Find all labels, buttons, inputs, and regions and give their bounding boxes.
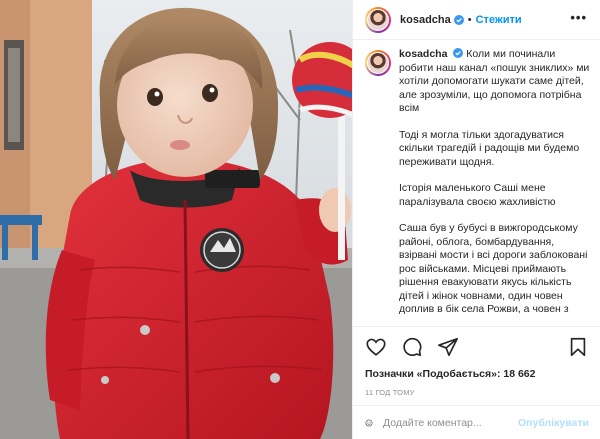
caption-paragraph: Саша був у бубусі в вижгородському район… xyxy=(399,222,588,315)
post-caption: kosadcha Коли ми починали робити наш кан… xyxy=(353,48,600,323)
post-timestamp[interactable]: 11 год тому xyxy=(365,388,589,397)
verified-badge-icon xyxy=(453,14,464,25)
comment-input[interactable] xyxy=(382,416,518,429)
post-panel: kosadcha • Стежити ••• kosadcha Коли ми … xyxy=(352,0,600,439)
separator-dot: • xyxy=(467,13,472,26)
smiley-icon[interactable] xyxy=(365,413,373,433)
author-avatar[interactable] xyxy=(365,6,391,33)
share-icon[interactable] xyxy=(437,336,459,358)
caption-text: kosadcha Коли ми починали робити наш кан… xyxy=(399,48,591,323)
publish-button[interactable]: Опублікувати xyxy=(518,417,589,429)
more-options-icon[interactable]: ••• xyxy=(570,11,587,24)
post-actions: Позначки «Подобається»: 18 662 11 год то… xyxy=(353,326,600,397)
likes-count[interactable]: Позначки «Подобається»: 18 662 xyxy=(365,368,589,380)
follow-button[interactable]: Стежити xyxy=(476,14,522,26)
bookmark-icon[interactable] xyxy=(567,336,589,358)
caption-paragraph: Тоді я могла тільки здогадуватися скільк… xyxy=(399,128,580,168)
caption-username[interactable]: kosadcha xyxy=(399,48,447,60)
verified-badge-icon xyxy=(453,48,464,58)
author-username[interactable]: kosadcha xyxy=(400,14,451,26)
comment-icon[interactable] xyxy=(401,336,423,358)
child-photo-illustration xyxy=(0,0,352,439)
caption-avatar[interactable] xyxy=(365,50,391,76)
post-header: kosadcha • Стежити ••• xyxy=(353,0,600,40)
caption-paragraph: Історія маленького Саші мене паралізувал… xyxy=(399,182,556,208)
heart-icon[interactable] xyxy=(365,336,387,358)
post-photo[interactable] xyxy=(0,0,352,439)
comment-bar: Опублікувати xyxy=(353,405,600,439)
